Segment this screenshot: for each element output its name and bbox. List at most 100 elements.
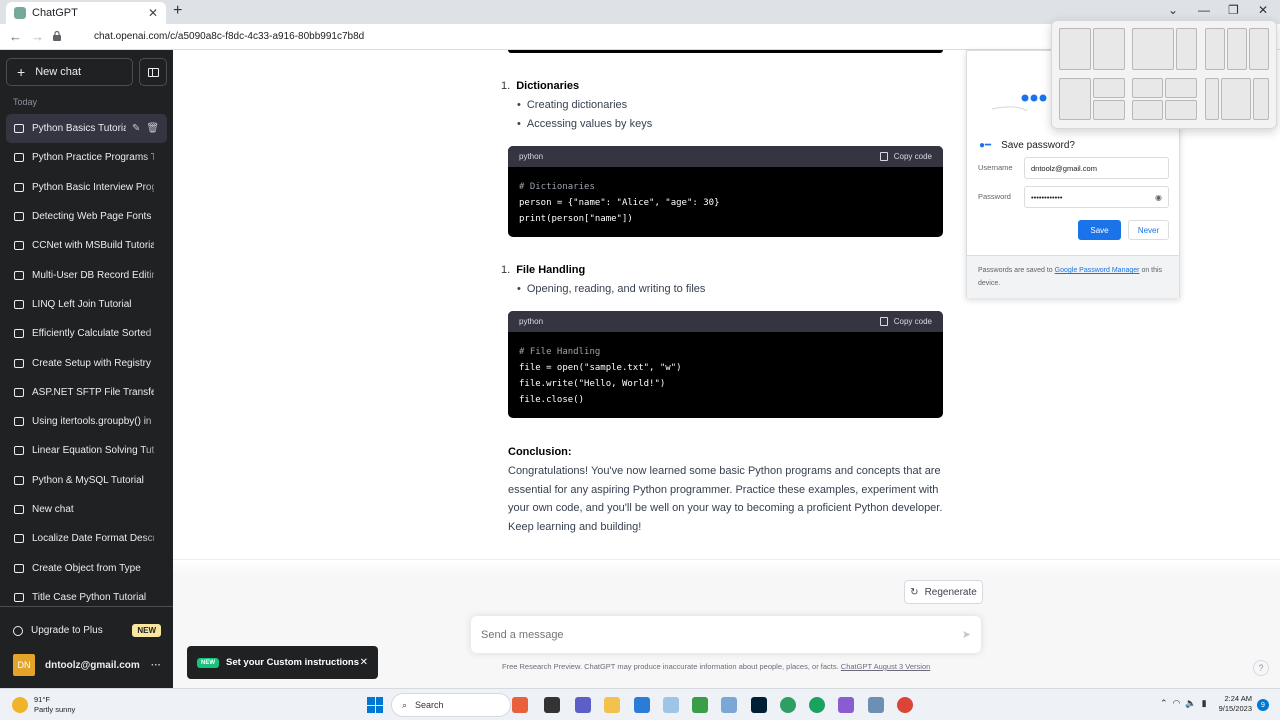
snap-zone[interactable] (1132, 78, 1163, 98)
password-field[interactable]: •••••••••••• ◉ (1024, 186, 1169, 208)
password-label: Password (978, 192, 1011, 201)
password-manager-link[interactable]: Google Password Manager (1055, 267, 1140, 274)
save-button[interactable]: Save (1078, 220, 1121, 240)
chat-item[interactable]: Python Practice Programs Tutorial (6, 143, 167, 173)
delete-trash-icon[interactable]: 🗑 (146, 123, 159, 134)
chat-item[interactable]: Using itertools.groupby() in Python (6, 406, 167, 437)
chrome-icon[interactable] (809, 697, 825, 713)
chat-item[interactable]: Create Setup with Registry (6, 348, 167, 377)
weather-widget[interactable]: 91°F Partly sunny (12, 695, 75, 715)
tab-close-icon[interactable]: ✕ (148, 6, 158, 20)
show-password-eye-icon[interactable]: ◉ (1155, 193, 1162, 202)
toggle-sidebar-button[interactable] (139, 58, 167, 86)
chrome-icon[interactable] (780, 697, 796, 713)
chat-item[interactable]: Efficiently Calculate Sorted Sum (6, 319, 167, 349)
clock[interactable]: 2:24 AM 9/15/2023 (1214, 694, 1252, 714)
snap-zone[interactable] (1132, 28, 1174, 70)
message-input[interactable] (481, 628, 962, 641)
snap-zone[interactable] (1221, 78, 1251, 120)
help-button[interactable]: ? (1253, 660, 1269, 676)
never-button[interactable]: Never (1128, 220, 1169, 240)
chat-item[interactable]: Detecting Web Page Fonts (6, 202, 167, 231)
system-tray-icons[interactable]: ⌃ ◠ 🔈 ▮ (1160, 698, 1207, 709)
edit-pencil-icon[interactable]: ✎ (132, 123, 140, 134)
chat-item[interactable]: LINQ Left Join Tutorial (6, 290, 167, 319)
app-icon[interactable] (868, 697, 884, 713)
version-link[interactable]: ChatGPT August 3 Version (841, 662, 931, 671)
notification-badge[interactable]: 9 (1257, 699, 1269, 711)
code-line: # Dictionaries (519, 182, 595, 192)
message-box[interactable]: ➤ (471, 616, 981, 653)
forward-button[interactable]: → (31, 29, 44, 44)
back-button[interactable]: ← (9, 29, 22, 44)
teams-chat-icon[interactable] (575, 697, 591, 713)
chat-item-label: Title Case Python Tutorial (32, 591, 147, 603)
chat-item[interactable]: Localize Date Format Description (6, 524, 167, 554)
new-chat-button[interactable]: + New chat (6, 58, 133, 86)
chat-item[interactable]: New chat (6, 495, 167, 524)
maximize-button[interactable]: ❐ (1228, 3, 1239, 17)
toast-close-icon[interactable]: ✕ (360, 657, 368, 668)
snap-zone[interactable] (1205, 28, 1225, 70)
chrome-active-icon[interactable] (897, 697, 913, 713)
user-account-button[interactable]: DN dntoolz@gmail.com ··· (13, 654, 161, 676)
footer-text: Passwords are saved to (978, 267, 1053, 274)
chat-item[interactable]: Linear Equation Solving Tutorial (6, 436, 167, 466)
chat-item[interactable]: Python & MySQL Tutorial (6, 466, 167, 495)
snap-zone[interactable] (1059, 28, 1091, 70)
copy-code-button[interactable]: Copy code (879, 317, 932, 326)
snap-zone[interactable] (1132, 100, 1163, 120)
username-value: dntoolz@gmail.com (1031, 163, 1097, 173)
chat-item[interactable]: Multi-User DB Record Editing (6, 260, 167, 290)
code-content: # Dictionaries person = {"name": "Alice"… (508, 167, 943, 237)
app-icon[interactable] (692, 697, 708, 713)
regenerate-label: Regenerate (924, 586, 977, 598)
app-icon[interactable] (838, 697, 854, 713)
snap-zone[interactable] (1165, 78, 1197, 98)
copy-code-button[interactable]: Copy code (879, 152, 932, 161)
conclusion-heading: Conclusion: (508, 446, 572, 458)
more-options-icon[interactable]: ··· (151, 660, 161, 671)
photoshop-icon[interactable] (751, 697, 767, 713)
close-window-button[interactable]: ✕ (1258, 3, 1268, 17)
upgrade-to-plus-button[interactable]: Upgrade to Plus NEW (13, 624, 161, 637)
chat-item[interactable]: Create Object from Type (6, 553, 167, 582)
browser-tab[interactable]: ChatGPT ✕ (6, 2, 166, 24)
snap-zone[interactable] (1093, 28, 1125, 70)
snap-zone[interactable] (1176, 28, 1197, 70)
tab-search-chevron-icon[interactable]: ⌄ (1168, 3, 1178, 17)
snap-zone[interactable] (1093, 100, 1125, 120)
chat-item[interactable]: Python Basics Tutorial ✎ 🗑 (6, 114, 167, 144)
password-value: •••••••••••• (1031, 192, 1063, 202)
snap-zone[interactable] (1227, 28, 1247, 70)
username-field[interactable]: dntoolz@gmail.com (1024, 157, 1169, 179)
custom-instructions-toast[interactable]: NEW Set your Custom instructions ✕ (187, 646, 378, 679)
chat-item[interactable]: Python Basic Interview Programs (6, 172, 167, 202)
site-info-icon[interactable] (52, 30, 62, 42)
chat-item[interactable]: Title Case Python Tutorial (6, 583, 167, 612)
task-view-icon[interactable] (544, 697, 560, 713)
photos-icon[interactable] (721, 697, 737, 713)
start-button[interactable] (367, 697, 383, 713)
snap-zone[interactable] (1253, 78, 1269, 120)
app-icon[interactable] (512, 697, 528, 713)
taskbar-search[interactable]: ⌕ Search (391, 693, 511, 717)
code-line: file = open("sample.txt", "w") (519, 363, 682, 373)
send-icon[interactable]: ➤ (962, 628, 971, 641)
minimize-button[interactable]: — (1198, 3, 1210, 17)
regenerate-button[interactable]: ↻ Regenerate (904, 580, 983, 604)
app-icon[interactable] (663, 697, 679, 713)
snap-zone[interactable] (1059, 78, 1091, 120)
file-explorer-icon[interactable] (604, 697, 620, 713)
partly-sunny-icon (12, 697, 28, 713)
snap-zone[interactable] (1165, 100, 1197, 120)
chat-item[interactable]: ASP.NET SFTP File Transfer (6, 378, 167, 407)
microsoft-store-icon[interactable] (634, 697, 650, 713)
snap-zone[interactable] (1249, 28, 1269, 70)
chat-item[interactable]: CCNet with MSBuild Tutorial (6, 231, 167, 260)
key-icon: ●━ (979, 140, 992, 151)
url-field[interactable]: chat.openai.com/c/a5090a8c-f8dc-4c33-a91… (94, 31, 364, 42)
new-tab-button[interactable]: + (173, 2, 182, 20)
snap-zone[interactable] (1093, 78, 1125, 98)
snap-zone[interactable] (1205, 78, 1219, 120)
